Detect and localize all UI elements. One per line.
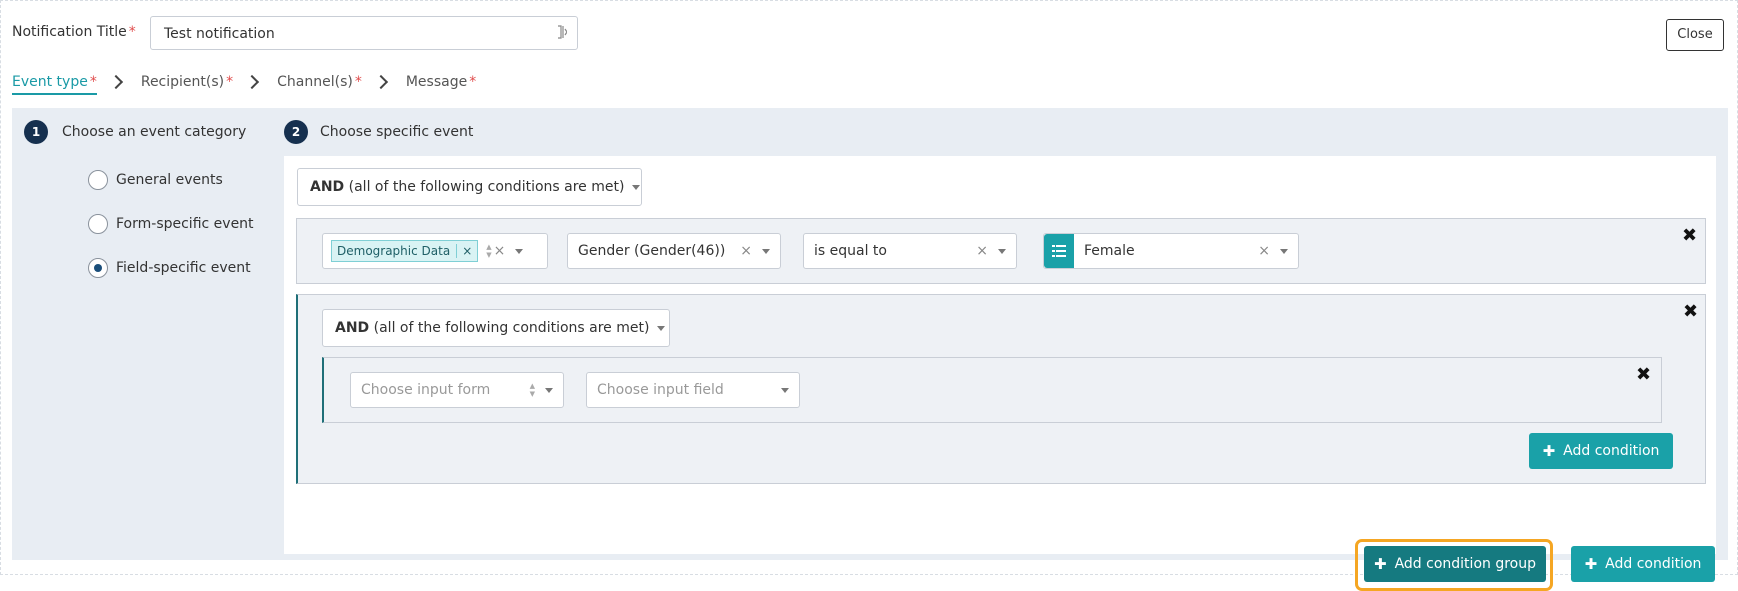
tag-remove-button[interactable]: ×	[456, 244, 472, 258]
group-operator-select[interactable]: AND (all of the following conditions are…	[297, 168, 642, 206]
event-type-panel: 1 Choose an event category 2 Choose spec…	[12, 108, 1728, 591]
selected-tag: Demographic Data ×	[331, 240, 479, 262]
input-field-select[interactable]: Choose input field	[586, 372, 800, 408]
plus-icon: ✚	[1374, 555, 1387, 573]
chevron-right-icon	[245, 74, 260, 90]
step-breadcrumb: Event type * Recipient(s) * Channel(s) * Me…	[12, 70, 476, 95]
comparator-select[interactable]: is equal to ×	[803, 233, 1017, 269]
clear-icon[interactable]: ×	[976, 243, 988, 259]
clear-icon[interactable]: ×	[1258, 243, 1270, 259]
plus-icon: ✚	[1584, 555, 1598, 573]
close-button[interactable]: Close	[1666, 19, 1724, 51]
radio-button[interactable]	[88, 170, 108, 190]
step-number-badge-2: 2	[284, 120, 308, 144]
section-heading-category: Choose an event category	[62, 124, 247, 140]
chevron-right-icon	[108, 74, 123, 90]
notification-title-label: Notification Title *	[12, 24, 136, 40]
nested-condition-row: Choose input form ▲ ▼ Choose input field …	[322, 357, 1662, 423]
category-option-general[interactable]: General events	[88, 170, 223, 190]
condition-row: Demographic Data × ▲ ▼ × Gender (Gender(46…	[296, 218, 1706, 284]
step-message[interactable]: Message *	[406, 74, 476, 90]
list-icon	[1044, 234, 1074, 268]
chevron-right-icon	[373, 74, 388, 90]
clear-icon[interactable]: ×	[494, 243, 506, 259]
remove-condition-icon[interactable]: ✖	[1682, 225, 1697, 246]
caret-down-icon	[781, 387, 789, 393]
data-category-select[interactable]: Demographic Data × ▲ ▼ ×	[322, 233, 548, 269]
clear-icon[interactable]: ×	[740, 243, 752, 259]
nested-group-operator-select[interactable]: AND (all of the following conditions are…	[322, 309, 670, 347]
caret-down-icon	[515, 248, 524, 254]
caret-down-icon	[998, 248, 1006, 254]
nested-condition-group: AND (all of the following conditions are…	[296, 294, 1706, 484]
category-option-form-specific[interactable]: Form-specific event	[88, 214, 254, 234]
caret-down-icon	[632, 184, 641, 190]
category-option-field-specific[interactable]: Field-specific event	[88, 258, 251, 278]
caret-down-icon	[762, 248, 770, 254]
step-event-type[interactable]: Event type *	[12, 74, 97, 95]
value-select[interactable]: Female ×	[1043, 233, 1299, 269]
notification-title-input[interactable]: Test notification	[150, 16, 578, 50]
add-condition-button[interactable]: ✚ Add condition	[1571, 546, 1715, 582]
radio-button[interactable]	[88, 214, 108, 234]
stepper-icon: ▲ ▼	[529, 382, 535, 398]
add-condition-group-button[interactable]: ✚ Add condition group	[1364, 546, 1546, 582]
caret-down-icon	[657, 325, 666, 331]
section-heading-specific-event: Choose specific event	[320, 124, 474, 140]
text-cursor-icon	[557, 25, 569, 41]
notification-title-value: Test notification	[164, 26, 275, 42]
field-select[interactable]: Gender (Gender(46)) ×	[567, 233, 781, 269]
stepper-icon: ▲ ▼	[486, 243, 492, 259]
conditions-builder: AND (all of the following conditions are…	[284, 156, 1716, 591]
plus-icon: ✚	[1542, 442, 1556, 460]
input-form-select[interactable]: Choose input form ▲ ▼	[350, 372, 564, 408]
step-channels[interactable]: Channel(s) *	[277, 74, 362, 90]
nested-add-condition-button[interactable]: ✚ Add condition	[1529, 433, 1673, 469]
caret-down-icon	[1280, 248, 1288, 254]
remove-condition-icon[interactable]: ✖	[1636, 364, 1651, 385]
step-number-badge-1: 1	[24, 120, 48, 144]
caret-down-icon	[545, 387, 553, 393]
step-recipients[interactable]: Recipient(s) *	[141, 74, 233, 90]
radio-button-checked[interactable]	[88, 258, 108, 278]
remove-group-icon[interactable]: ✖	[1683, 301, 1698, 322]
